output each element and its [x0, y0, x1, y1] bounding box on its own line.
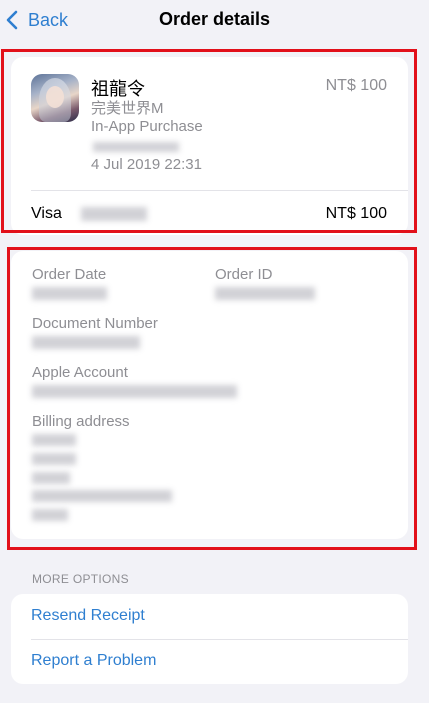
order-info-card: Order Date Order ID Document Number Appl… [11, 251, 408, 539]
total-price: NT$ 100 [325, 205, 387, 222]
redacted-billing-line [32, 490, 172, 502]
order-id-label: Order ID [215, 266, 273, 283]
page-title: Order details [158, 9, 271, 29]
apple-account-label: Apple Account [32, 364, 128, 381]
redacted-order-id [215, 287, 315, 300]
payment-method: Visa [31, 205, 62, 222]
billing-address-label: Billing address [32, 413, 130, 430]
navigation-bar: Back Order details [0, 0, 429, 40]
more-options-card: Resend Receipt Report a Problem [11, 594, 408, 684]
purchase-card: 祖龍令 NT$ 100 完美世界M In-App Purchase 4 Jul … [11, 57, 408, 235]
divider [31, 639, 408, 640]
redacted-document-number [32, 336, 140, 349]
item-price: NT$ 100 [325, 77, 387, 94]
redacted-apple-account [32, 385, 237, 398]
redacted-card-number [81, 207, 147, 221]
redacted-billing-line [32, 434, 76, 446]
redacted-billing-line [32, 472, 70, 484]
more-options-header: MORE OPTIONS [32, 572, 129, 586]
divider [31, 190, 408, 191]
game-title: 完美世界M [91, 100, 164, 117]
redacted-billing-line [32, 509, 68, 521]
app-icon [31, 74, 79, 122]
document-number-label: Document Number [32, 315, 158, 332]
purchase-type: In-App Purchase [91, 118, 203, 135]
report-problem-link[interactable]: Report a Problem [31, 652, 156, 670]
order-date-label: Order Date [32, 266, 107, 283]
redacted-billing-line [32, 453, 76, 465]
redacted-order-date [32, 287, 107, 300]
redacted-item-detail [93, 142, 179, 152]
resend-receipt-link[interactable]: Resend Receipt [31, 607, 145, 625]
purchase-date: 4 Jul 2019 22:31 [91, 156, 202, 173]
